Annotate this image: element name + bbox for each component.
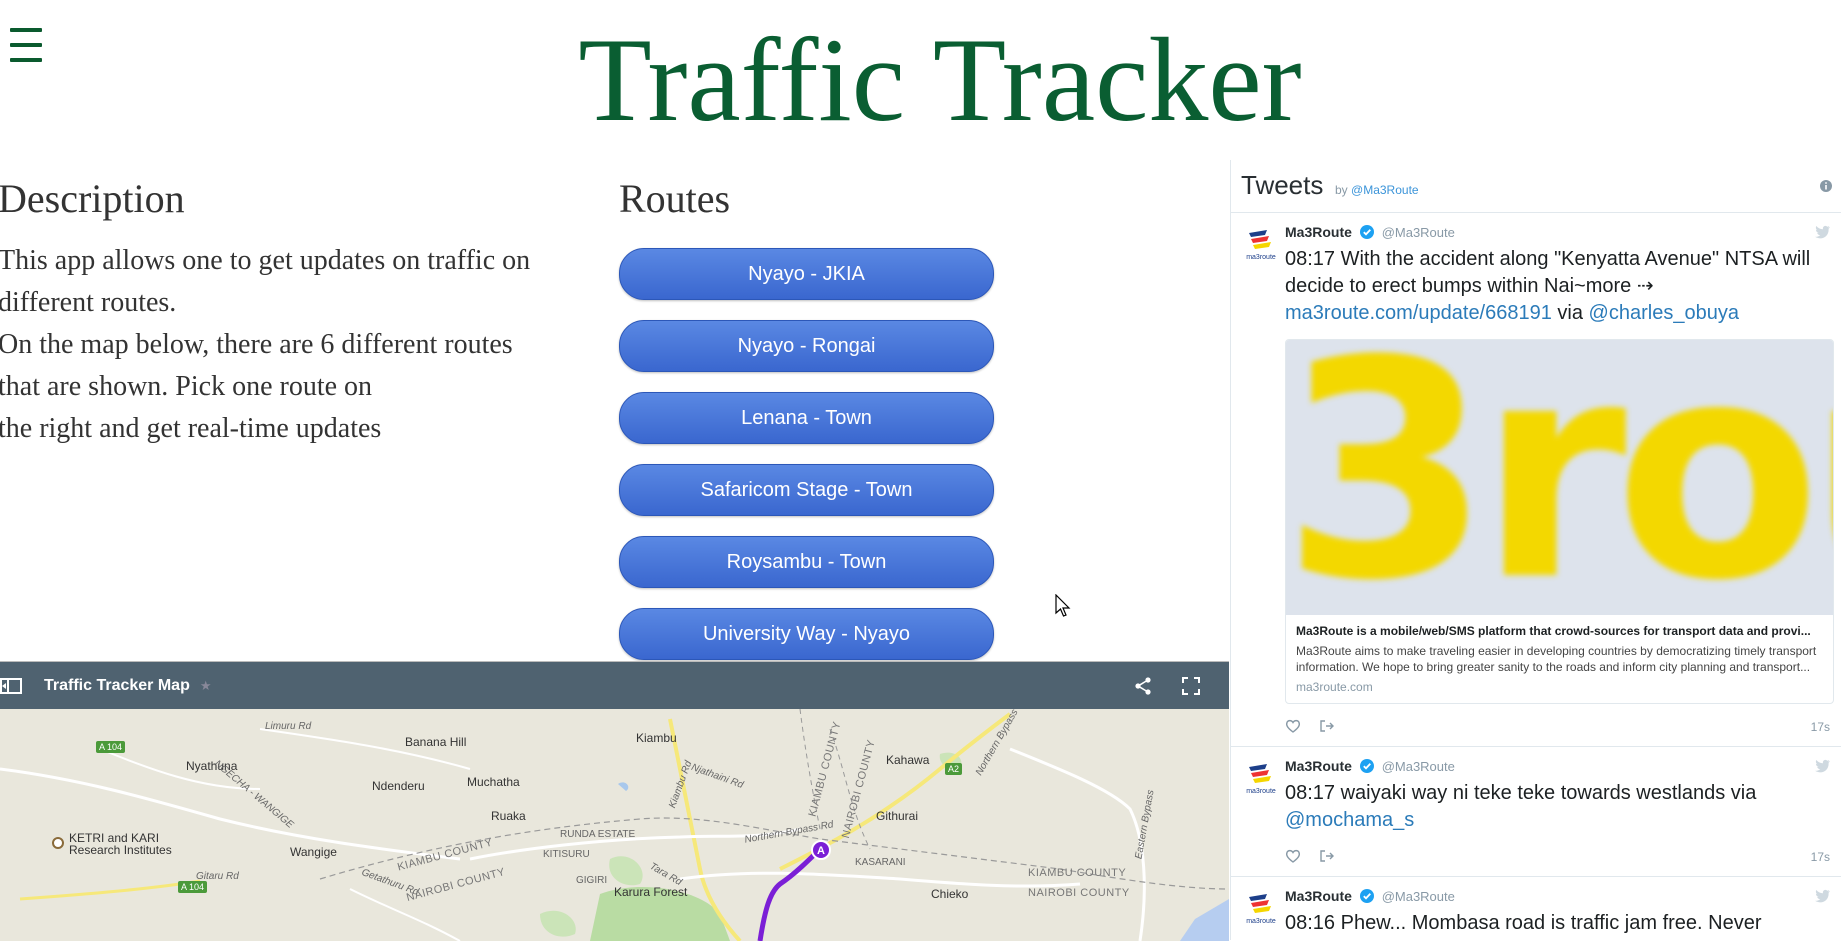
map-label: Ndenderu <box>372 779 425 793</box>
description-heading: Description <box>0 176 185 221</box>
tweet[interactable]: ma3route Ma3Route @Ma3Route 08:17 With t… <box>1231 213 1841 747</box>
map-label: Limuru Rd <box>265 721 312 732</box>
tweet-author-handle[interactable]: @Ma3Route <box>1382 759 1455 774</box>
tweet-actions: 17s <box>1285 718 1841 736</box>
page-title: Traffic Tracker <box>578 13 1302 146</box>
road-badge-a2: A2 <box>945 763 963 775</box>
card-body: Ma3Route is a mobile/web/SMS platform th… <box>1286 615 1833 703</box>
share-tweet-icon[interactable] <box>1319 848 1335 864</box>
verified-badge-icon <box>1359 889 1374 903</box>
map-title: Traffic Tracker Map <box>44 676 190 694</box>
route-button-roysambu-town[interactable]: Roysambu - Town <box>619 536 994 588</box>
map-label: Kiambu <box>636 731 677 745</box>
tweet-timestamp[interactable]: 17s <box>1811 720 1830 734</box>
card-domain: ma3route.com <box>1296 680 1373 694</box>
map-label: Ruaka <box>491 809 526 823</box>
map-header: Traffic Tracker Map ★ <box>0 662 1229 709</box>
star-icon[interactable]: ★ <box>200 678 212 694</box>
tweet-author-handle[interactable]: @Ma3Route <box>1382 889 1455 904</box>
twitter-timeline[interactable]: Tweets by @Ma3Route ma3route Ma3Route @M… <box>1230 160 1841 940</box>
heart-icon[interactable] <box>1285 848 1301 864</box>
tweet-text: 08:16 Phew... Mombasa road is traffic ja… <box>1285 912 1762 934</box>
twitter-bird-icon[interactable] <box>1814 889 1830 903</box>
share-icon[interactable] <box>1133 676 1153 696</box>
avatar[interactable]: ma3route <box>1243 227 1279 263</box>
heart-icon[interactable] <box>1285 718 1301 734</box>
map-label: Wangige <box>290 845 337 859</box>
description-line: that are shown. Pick one route on <box>0 371 373 402</box>
route-button-lenana-town[interactable]: Lenana - Town <box>619 392 994 444</box>
fullscreen-icon[interactable] <box>1181 676 1201 696</box>
map-label: KIAMBU COUNTY <box>1028 867 1127 879</box>
route-button-university-nyayo[interactable]: University Way - Nyayo <box>619 608 994 660</box>
tweet-text: 08:17 With the accident along "Kenyatta … <box>1285 248 1811 324</box>
tweet[interactable]: ma3route Ma3Route @Ma3Route 08:17 waiyak… <box>1231 747 1841 877</box>
tweet-meta: Ma3Route @Ma3Route <box>1285 757 1841 776</box>
card-description: Ma3Route aims to make traveling easier i… <box>1296 644 1817 674</box>
tweet-author-name[interactable]: Ma3Route <box>1285 758 1352 774</box>
tweet-text: 08:17 waiyaki way ni teke teke towards w… <box>1285 782 1757 831</box>
tweet-timestamp[interactable]: 17s <box>1811 850 1830 864</box>
route-button-nyayo-rongai[interactable]: Nyayo - Rongai <box>619 320 994 372</box>
legend-toggle-icon[interactable] <box>0 677 22 695</box>
info-icon[interactable] <box>1820 180 1832 192</box>
twitter-bird-icon[interactable] <box>1814 225 1830 239</box>
mouse-cursor-icon <box>1055 594 1071 617</box>
timeline-title: Tweets <box>1241 170 1324 200</box>
tweet-author-name[interactable]: Ma3Route <box>1285 888 1352 904</box>
avatar[interactable]: ma3route <box>1243 761 1279 797</box>
verified-badge-icon <box>1359 759 1374 773</box>
description-section: Description This app allows one to get u… <box>0 176 598 450</box>
map-embed[interactable]: Traffic Tracker Map ★ A 104 A 104 A2 Lim… <box>0 661 1229 941</box>
avatar[interactable]: ma3route <box>1243 891 1279 927</box>
map-label: Banana Hill <box>405 735 467 749</box>
map-label: Gitaru Rd <box>196 871 239 882</box>
map-label: NAIROBI COUNTY <box>1028 887 1130 899</box>
tweet-mention-link[interactable]: @mochama_s <box>1285 809 1414 831</box>
route-button-nyayo-jkia[interactable]: Nyayo - JKIA <box>619 248 994 300</box>
map-label: Kahawa <box>886 753 930 767</box>
map-label: Chieko <box>931 887 969 901</box>
map-label: Research Institutes <box>69 843 172 857</box>
description-line: different routes. <box>0 287 177 318</box>
tweet-mention-link[interactable]: @charles_obuya <box>1589 302 1739 324</box>
card-title: Ma3Route is a mobile/web/SMS platform th… <box>1296 624 1811 638</box>
map-label: KASARANI <box>855 857 906 868</box>
route-start-marker[interactable]: A <box>810 839 832 861</box>
description-line: the right and get real-time updates <box>0 413 382 444</box>
map-label: Muchatha <box>467 775 520 789</box>
card-image: 3rou <box>1286 340 1833 615</box>
map-canvas[interactable]: A 104 A 104 A2 Limuru Rd Banana Hill Kia… <box>0 707 1229 941</box>
routes-heading: Routes <box>619 176 731 221</box>
map-label: GIGIRI <box>576 875 608 886</box>
timeline-header: Tweets by @Ma3Route <box>1231 160 1841 213</box>
svg-text:ma3route: ma3route <box>1246 254 1276 261</box>
link-card[interactable]: 3rou Ma3Route is a mobile/web/SMS platfo… <box>1285 339 1834 704</box>
tweet-meta: Ma3Route @Ma3Route <box>1285 223 1841 242</box>
tweet-meta: Ma3Route @Ma3Route <box>1285 887 1841 906</box>
road-badge-a104: A 104 <box>178 881 208 893</box>
routes-section: Routes Nyayo - JKIA Nyayo - Rongai Lenan… <box>619 176 994 680</box>
route-button-safaricom-town[interactable]: Safaricom Stage - Town <box>619 464 994 516</box>
description-line: On the map below, there are 6 different … <box>0 329 513 360</box>
verified-badge-icon <box>1359 225 1374 239</box>
road-badge-a104: A 104 <box>96 741 126 753</box>
share-tweet-icon[interactable] <box>1319 718 1335 734</box>
svg-text:ma3route: ma3route <box>1246 918 1276 925</box>
tweet-author-handle[interactable]: @Ma3Route <box>1382 225 1455 240</box>
tweet[interactable]: ma3route Ma3Route @Ma3Route 08:16 Phew..… <box>1231 877 1841 940</box>
map-label: KITISURU <box>543 849 590 860</box>
timeline-handle-link[interactable]: @Ma3Route <box>1351 183 1419 197</box>
tweet-link[interactable]: ma3route.com/update/668191 <box>1285 302 1552 324</box>
map-label: RUNDA ESTATE <box>560 829 636 840</box>
svg-text:ma3route: ma3route <box>1246 788 1276 795</box>
map-label: Githurai <box>876 809 919 823</box>
description-line: This app allows one to get updates on tr… <box>0 245 531 276</box>
marker-label: A <box>817 845 825 857</box>
map-roads-layer <box>0 709 1229 941</box>
timeline-by: by @Ma3Route <box>1335 183 1419 197</box>
twitter-bird-icon[interactable] <box>1814 759 1830 773</box>
tweet-author-name[interactable]: Ma3Route <box>1285 224 1352 240</box>
tweet-actions: 17s <box>1285 848 1841 866</box>
